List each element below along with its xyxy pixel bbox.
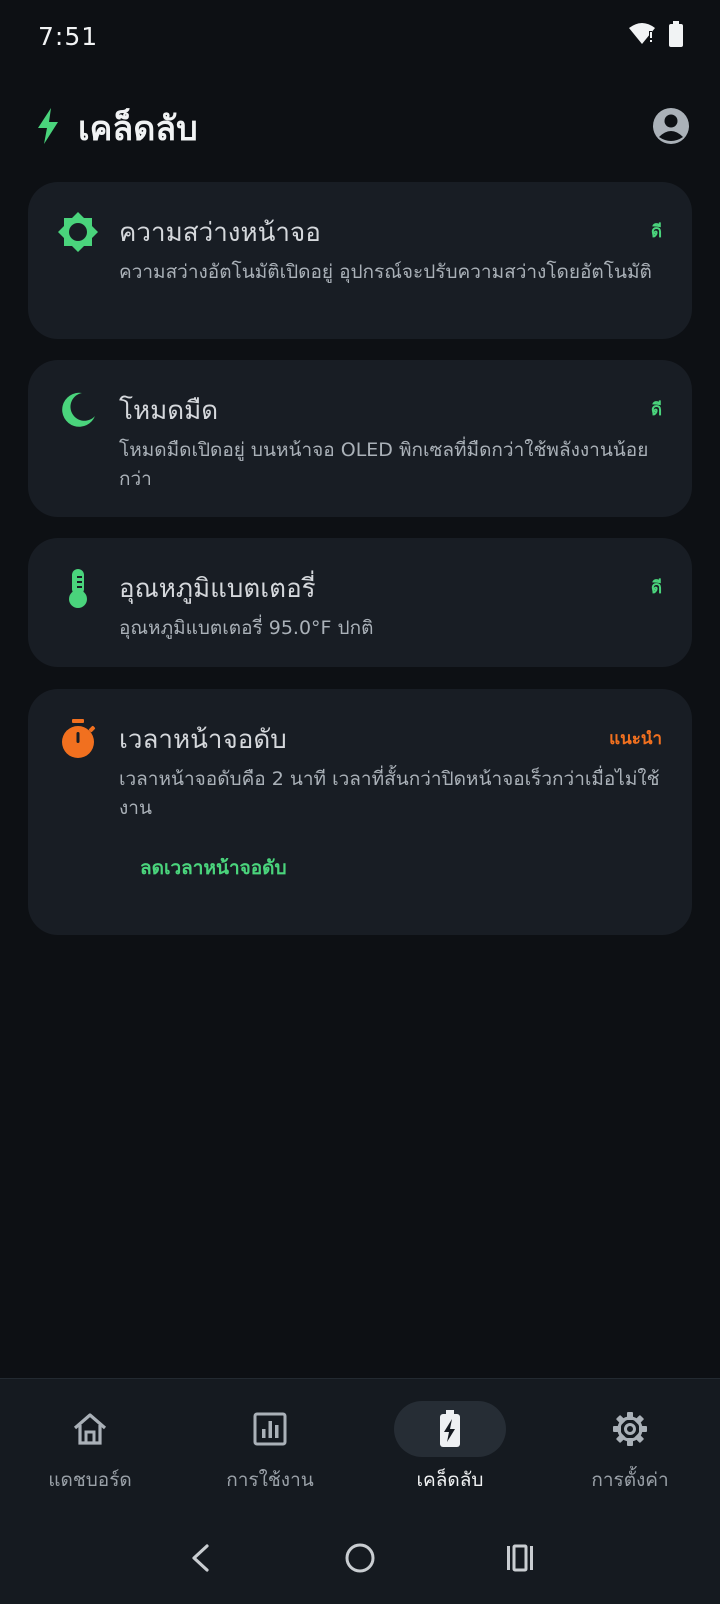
tip-card-battery-temperature: อุณหภูมิแบตเตอรี่ ดี อุณหภูมิแบตเตอรี่ 9…: [28, 538, 692, 667]
nav-label: การตั้งค่า: [591, 1469, 669, 1491]
nav-label: เคล็ดลับ: [416, 1469, 484, 1491]
tip-title: อุณหภูมิแบตเตอรี่: [119, 574, 316, 604]
tips-screen: 7:51 เคล็ดลับ ความสว่างหน้าจอ ดี ความสว่…: [0, 0, 720, 1604]
status-time: 7:51: [38, 21, 99, 51]
recents-button[interactable]: [496, 1536, 544, 1584]
tip-title: โหมดมืด: [119, 396, 219, 426]
account-avatar-icon[interactable]: [652, 107, 690, 149]
battery-bolt-icon: [430, 1409, 470, 1449]
chart-icon: [250, 1409, 290, 1449]
status-badge: ดี: [650, 578, 662, 598]
status-badge: ดี: [650, 400, 662, 420]
tip-card-screen-timeout: เวลาหน้าจอดับ แนะนำ เวลาหน้าจอดับคือ 2 น…: [28, 689, 692, 935]
battery-icon: [668, 21, 684, 51]
timer-icon: [54, 715, 102, 763]
wifi-icon: [628, 22, 656, 50]
nav-item-usage[interactable]: การใช้งาน: [180, 1379, 360, 1516]
app-header: เคล็ดลับ: [36, 100, 690, 156]
gear-icon: [610, 1409, 650, 1449]
tip-title: ความสว่างหน้าจอ: [119, 218, 321, 248]
back-button[interactable]: [176, 1536, 224, 1584]
recents-icon: [505, 1543, 535, 1577]
tip-description: โหมดมืดเปิดอยู่ บนหน้าจอ OLED พิกเซลที่ม…: [119, 439, 649, 490]
tip-description: อุณหภูมิแบตเตอรี่ 95.0°F ปกติ: [119, 617, 374, 639]
bolt-icon: [36, 108, 60, 148]
thermometer-icon: [54, 564, 102, 612]
bottom-navigation: แดชบอร์ด การใช้งาน เคล็ดลับ การตั้งค่า: [0, 1378, 720, 1516]
home-button[interactable]: [336, 1536, 384, 1584]
tip-title: เวลาหน้าจอดับ: [119, 725, 287, 755]
circle-home-icon: [344, 1542, 376, 1578]
tip-description: ความสว่างอัตโนมัติเปิดอยู่ อุปกรณ์จะปรับ…: [119, 261, 652, 283]
nav-item-dashboard[interactable]: แดชบอร์ด: [0, 1379, 180, 1516]
page-title: เคล็ดลับ: [78, 109, 198, 149]
status-bar: 7:51: [0, 0, 720, 72]
system-navigation-bar: [0, 1516, 720, 1604]
nav-item-settings[interactable]: การตั้งค่า: [540, 1379, 720, 1516]
status-badge: แนะนำ: [609, 729, 662, 749]
status-icons: [628, 21, 684, 51]
brightness-icon: [54, 208, 102, 256]
tip-card-dark-mode: โหมดมืด ดี โหมดมืดเปิดอยู่ บนหน้าจอ OLED…: [28, 360, 692, 517]
status-badge: ดี: [650, 222, 662, 242]
reduce-screen-timeout-button[interactable]: ลดเวลาหน้าจอดับ: [140, 853, 287, 883]
nav-label: แดชบอร์ด: [48, 1469, 132, 1491]
nav-label: การใช้งาน: [226, 1469, 314, 1491]
home-icon: [70, 1409, 110, 1449]
chevron-left-icon: [189, 1543, 211, 1577]
tip-description: เวลาหน้าจอดับคือ 2 นาที เวลาที่สั้นกว่าป…: [119, 768, 660, 819]
tip-card-brightness: ความสว่างหน้าจอ ดี ความสว่างอัตโนมัติเปิ…: [28, 182, 692, 339]
moon-icon: [54, 386, 102, 434]
nav-item-tips[interactable]: เคล็ดลับ: [360, 1379, 540, 1516]
